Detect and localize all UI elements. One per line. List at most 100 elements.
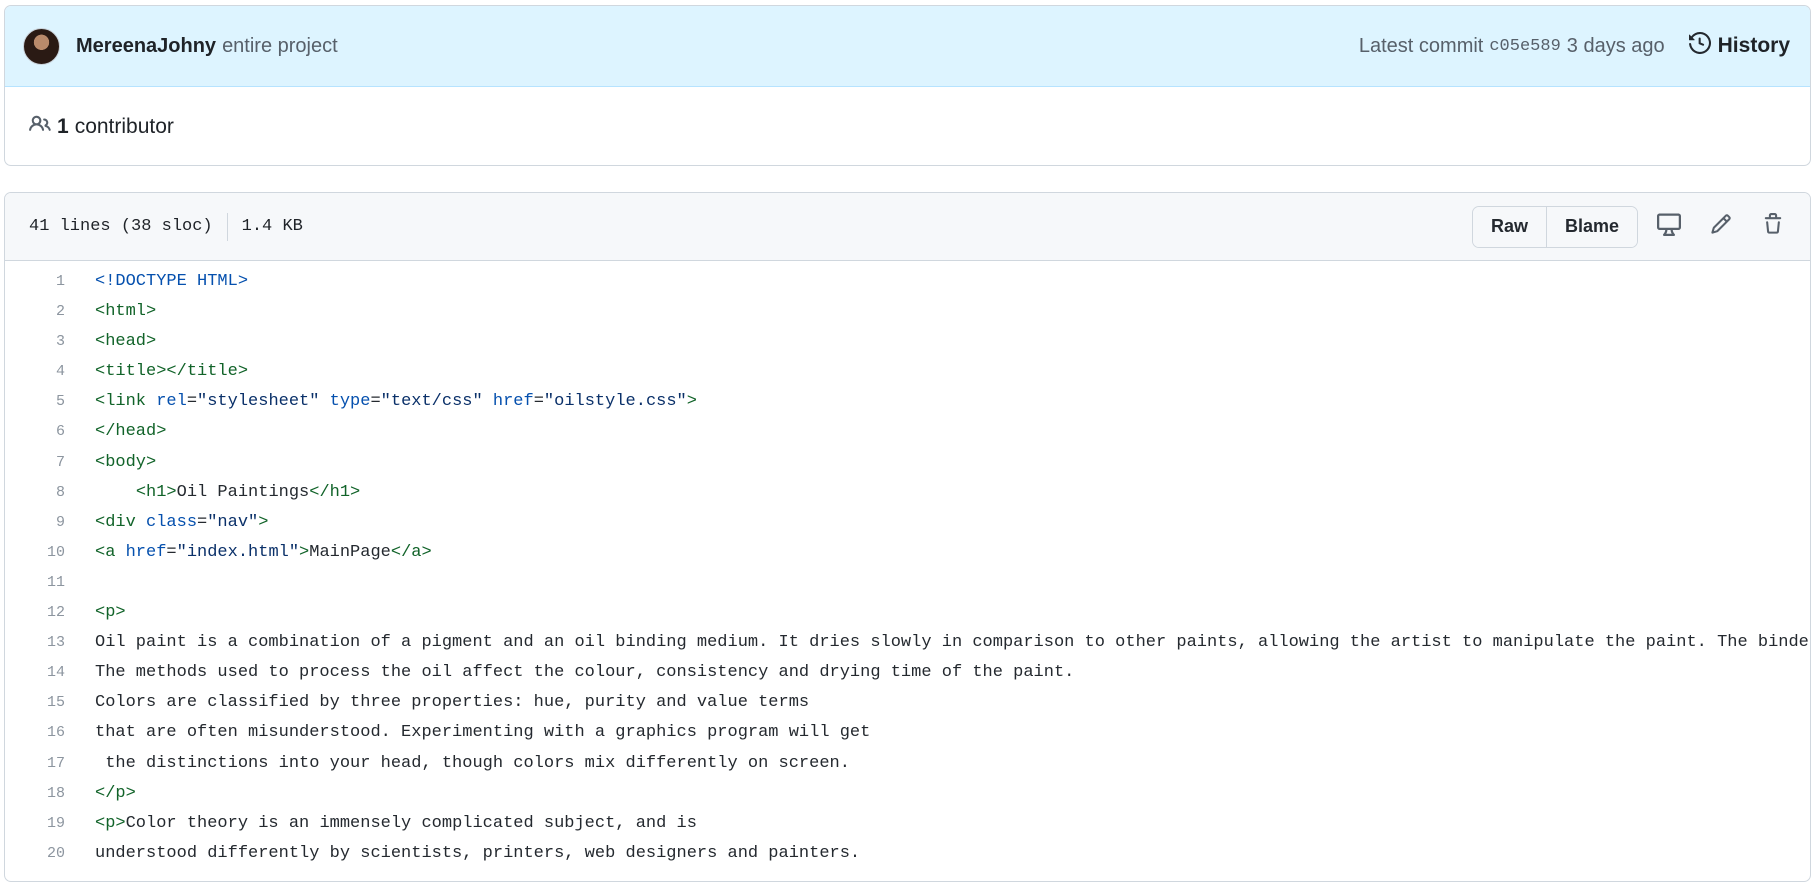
line-number[interactable]: 11 [5, 568, 65, 598]
line-number[interactable]: 18 [5, 779, 65, 809]
contributor-count: 1 [57, 114, 69, 138]
code-token: > [258, 512, 269, 532]
code-token: <div [95, 512, 147, 532]
commit-sha-link[interactable]: c05e589 [1489, 37, 1560, 56]
code-token: <h1> [135, 482, 177, 502]
line-content: the distinctions into your head, though … [65, 749, 850, 779]
history-label: History [1717, 34, 1790, 57]
line-number[interactable]: 12 [5, 598, 65, 628]
line-content: <body> [65, 448, 156, 478]
code-token: Oil Paintings [176, 482, 310, 502]
code-token: </h1> [309, 482, 361, 502]
code-token: that are often misunderstood. Experiment… [95, 723, 871, 743]
code-line: 18 </p> [5, 779, 1810, 809]
code-token: The methods used to process the oil affe… [95, 663, 1075, 683]
line-content: Colors are classified by three propertie… [65, 688, 809, 718]
line-content: <h1>Oil Paintings</h1> [65, 478, 360, 508]
code-line: 15 Colors are classified by three propert… [5, 688, 1810, 718]
line-content: The methods used to process the oil affe… [65, 658, 1074, 688]
line-content: <head> [65, 327, 156, 357]
line-number[interactable]: 10 [5, 538, 65, 568]
code-line: 20 understood differently by scientists, … [5, 839, 1810, 869]
line-number[interactable]: 2 [5, 297, 65, 327]
code-token: Oil paint is a combination of a pigment … [95, 633, 1810, 653]
line-number[interactable]: 4 [5, 357, 65, 387]
code-token: </a> [390, 542, 432, 562]
code-token: href [125, 542, 167, 562]
line-content: that are often misunderstood. Experiment… [65, 718, 870, 748]
code-token: the distinctions into your head, though … [95, 753, 850, 773]
commit-header: MereenaJohny entire project Latest commi… [5, 6, 1810, 87]
code-line: 13 Oil paint is a combination of a pigmen… [5, 628, 1810, 658]
line-number[interactable]: 13 [5, 628, 65, 658]
desktop-open-button[interactable] [1648, 207, 1690, 247]
desktop-icon [1657, 212, 1681, 242]
commit-message-link[interactable]: entire project [222, 35, 338, 58]
code-token: MainPage [309, 542, 391, 562]
line-content: <div class="nav"> [65, 508, 268, 538]
code-line: 1 <!DOCTYPE HTML> [5, 267, 1810, 297]
code-token: "index.html" [176, 542, 300, 562]
line-number[interactable]: 19 [5, 809, 65, 839]
code-token: type [329, 392, 371, 412]
commit-author-link[interactable]: MereenaJohny [76, 35, 216, 58]
line-number[interactable]: 8 [5, 478, 65, 508]
raw-blame-button-group: Raw Blame [1471, 205, 1638, 248]
people-icon [29, 113, 51, 141]
code-line: 9 <div class="nav"> [5, 508, 1810, 538]
code-token: <!DOCTYPE HTML> [95, 272, 249, 291]
line-content [65, 568, 95, 598]
code-token: "oilstyle.css" [543, 392, 687, 412]
line-number[interactable]: 5 [5, 387, 65, 417]
contributors-row[interactable]: 1 contributor [5, 87, 1810, 165]
blame-button[interactable]: Blame [1545, 206, 1637, 247]
code-token: "text/css" [380, 392, 483, 412]
line-number[interactable]: 6 [5, 417, 65, 447]
avatar[interactable] [23, 27, 60, 65]
edit-file-button[interactable] [1700, 207, 1742, 247]
delete-file-button[interactable] [1752, 207, 1794, 247]
line-number[interactable]: 14 [5, 658, 65, 688]
line-number[interactable]: 1 [5, 267, 65, 297]
code-token: > [299, 542, 310, 562]
contributor-label: contributor [74, 114, 174, 138]
code-line: 4 <title></title> [5, 357, 1810, 387]
line-content: </p> [65, 779, 136, 809]
code-token: understood differently by scientists, pr… [95, 843, 861, 863]
line-content: <html> [65, 297, 156, 327]
code-token: href [492, 392, 534, 412]
line-content: <p>Color theory is an immensely complica… [65, 809, 697, 839]
line-number[interactable]: 7 [5, 448, 65, 478]
line-number[interactable]: 3 [5, 327, 65, 357]
code-token: <title></title> [95, 362, 249, 382]
code-token: <html> [95, 302, 157, 322]
code-line: 17 the distinctions into your head, thou… [5, 749, 1810, 779]
code-token: = [186, 392, 198, 412]
code-token: rel [156, 392, 187, 412]
file-info-divider [226, 212, 228, 241]
code-view: 1 <!DOCTYPE HTML> 2 <html> 3 <head> 4 <title></… [5, 261, 1810, 869]
code-token: <link [95, 392, 157, 412]
code-token: > [686, 392, 697, 412]
line-content: Oil paint is a combination of a pigment … [65, 628, 1810, 658]
code-token: <p> [95, 813, 126, 833]
line-number[interactable]: 17 [5, 749, 65, 779]
code-token: = [370, 392, 381, 412]
commit-age: 3 days ago [1566, 34, 1665, 57]
code-token: = [533, 392, 544, 412]
code-token: <a [95, 542, 126, 562]
raw-button[interactable]: Raw [1472, 206, 1546, 247]
line-number[interactable]: 16 [5, 718, 65, 748]
line-number[interactable]: 9 [5, 508, 65, 538]
file-lines-info: 41 lines (38 sloc) [29, 217, 213, 236]
history-icon [1688, 31, 1711, 60]
line-content: understood differently by scientists, pr… [65, 839, 860, 869]
file-viewer: 41 lines (38 sloc) 1.4 KB Raw Blame 1 <!D… [4, 192, 1811, 882]
file-header: 41 lines (38 sloc) 1.4 KB Raw Blame [5, 193, 1810, 261]
line-number[interactable]: 15 [5, 688, 65, 718]
code-line: 14 The methods used to process the oil af… [5, 658, 1810, 688]
trash-icon [1762, 212, 1784, 241]
line-number[interactable]: 20 [5, 839, 65, 869]
history-link[interactable]: History [1688, 31, 1790, 60]
